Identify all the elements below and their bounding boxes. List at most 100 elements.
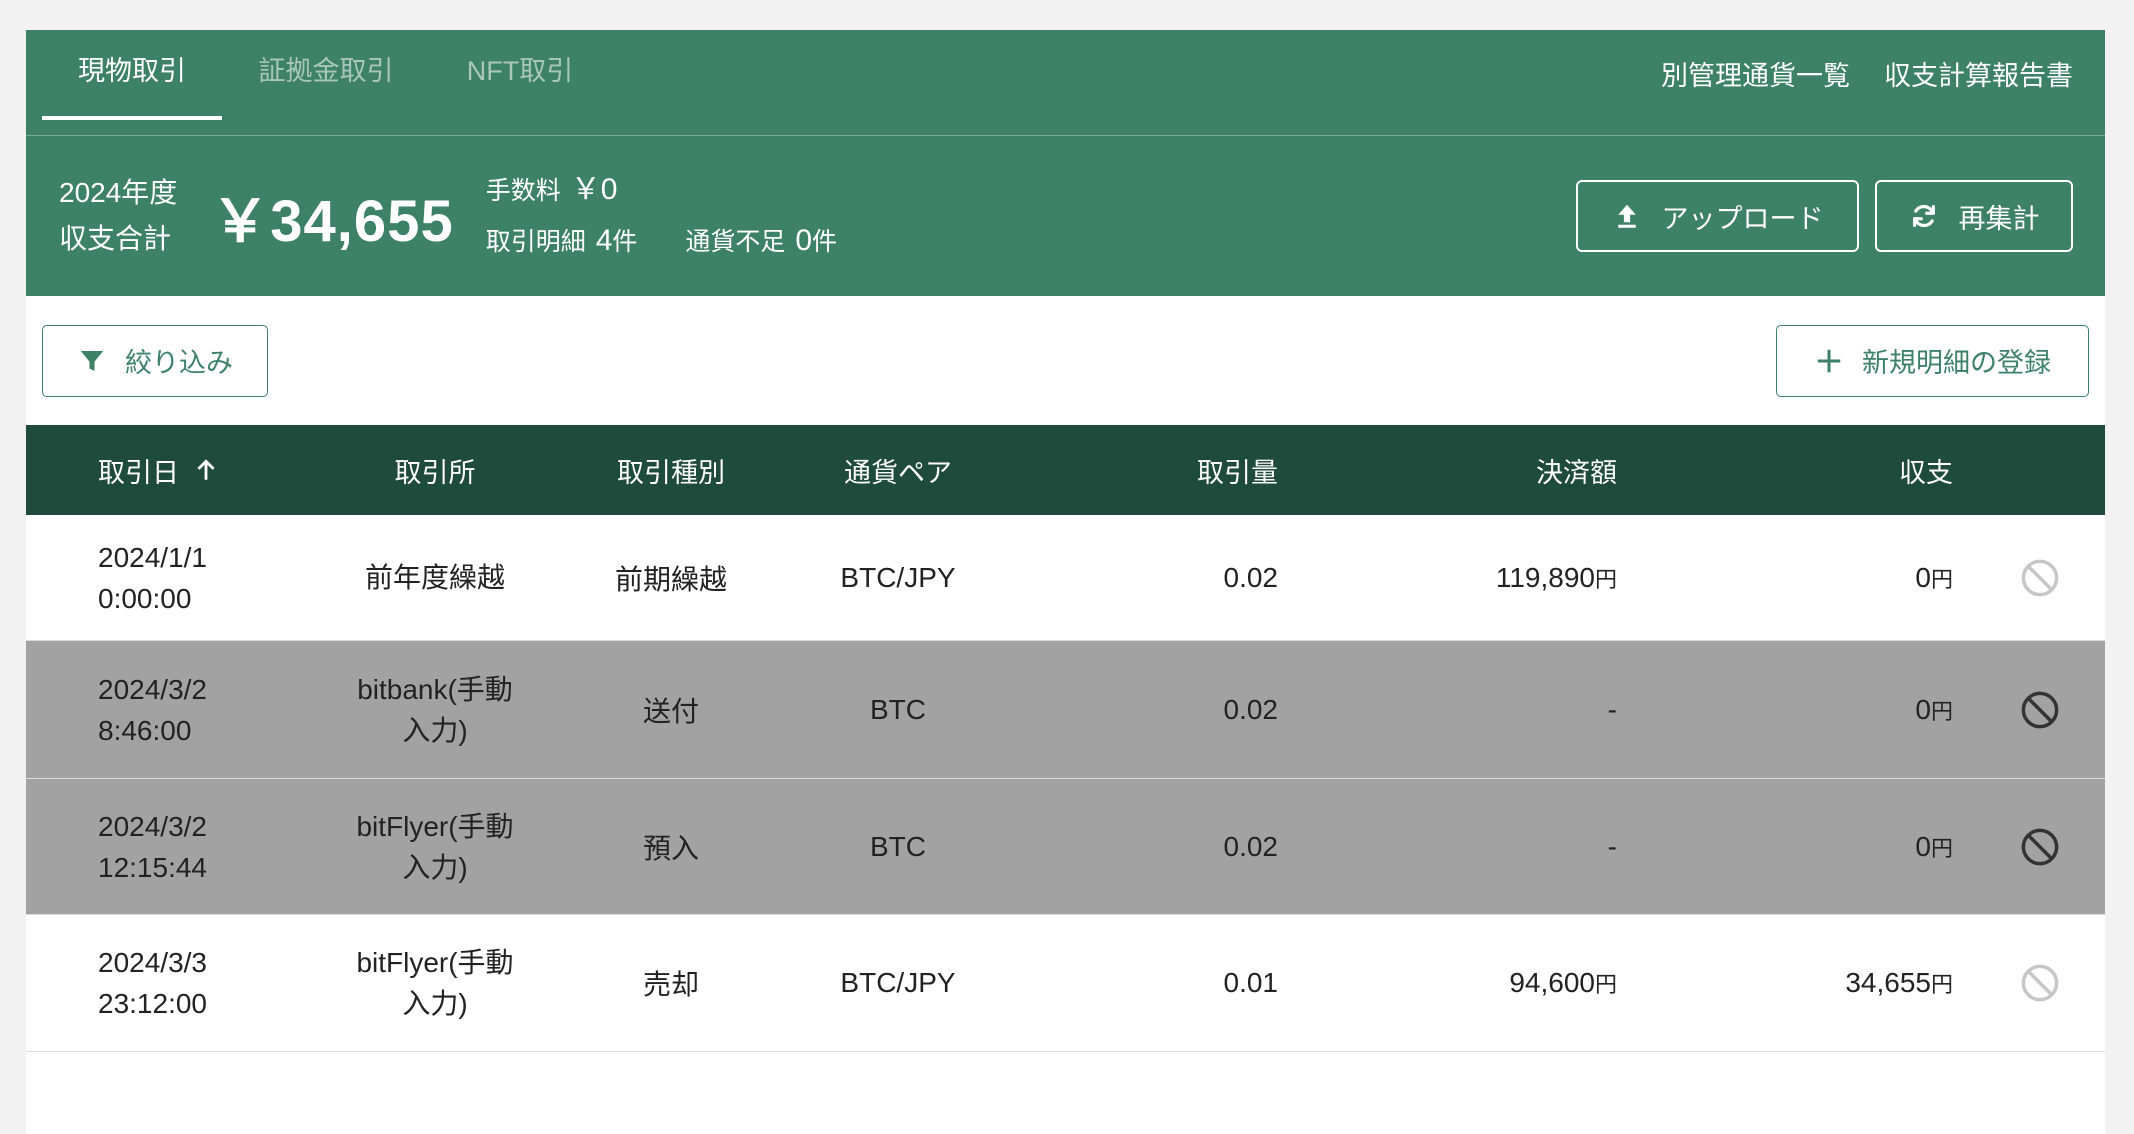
total-label: 収支合計 [59, 223, 172, 254]
ban-icon[interactable] [2019, 826, 2061, 868]
exchange-name: bitbank(手動 [357, 673, 513, 705]
trade-date: 2024/3/2 [98, 673, 207, 705]
shortage-count-unit: 件 [812, 228, 838, 256]
detail-count: 4 [595, 224, 613, 257]
date-cell: 2024/1/1 0:00:00 [26, 515, 316, 640]
trade-date: 2024/3/3 [98, 947, 207, 978]
exchange-name: 前年度繰越 [364, 562, 505, 593]
exchange-cell: 前年度繰越 [316, 515, 554, 640]
column-header-date[interactable]: 取引日 [26, 425, 316, 515]
summary-meta: 手数料 ￥0 取引明細 4件 通貨不足 0件 [486, 165, 837, 267]
header-links: 別管理通貨一覧 収支計算報告書 [1661, 30, 2105, 116]
tab-margin-trading[interactable]: 証拠金取引 [236, 30, 416, 120]
income-report-link[interactable]: 収支計算報告書 [1884, 54, 2073, 93]
trade-date: 2024/1/1 [98, 541, 207, 573]
fee-label: 手数料 [485, 177, 561, 205]
date-cell: 2024/3/2 12:15:44 [26, 779, 316, 914]
column-header-exchange[interactable]: 取引所 [316, 425, 554, 515]
exchange-name-cont: 入力) [402, 988, 468, 1019]
tab-spot-trading[interactable]: 現物取引 [42, 30, 222, 120]
detail-label: 取引明細 [485, 228, 586, 256]
pnl-unit: 円 [1930, 972, 1953, 997]
column-header-amount[interactable]: 取引量 [1008, 425, 1278, 515]
arrow-up-icon [197, 459, 215, 480]
settlement-value: 94,600 [1509, 967, 1595, 998]
trade-type: 前期繰越 [614, 563, 727, 595]
pnl-cell: 0円 [1617, 779, 1953, 914]
filter-label: 絞り込み [125, 348, 233, 378]
fee-line: 手数料 ￥0 [486, 165, 837, 216]
trade-time: 0:00:00 [98, 582, 192, 614]
upload-label: アップロード [1661, 203, 1824, 234]
add-entry-label: 新規明細の登録 [1862, 348, 2051, 378]
detail-count-unit: 件 [612, 228, 638, 256]
upload-button[interactable]: アップロード [1576, 180, 1859, 252]
column-header-settlement[interactable]: 決済額 [1278, 425, 1617, 515]
trade-date: 2024/3/2 [98, 810, 207, 842]
pnl-value: 34,655 [1845, 967, 1931, 998]
settlement-value: - [1607, 830, 1617, 862]
pnl-cell: 34,655 円 [1617, 915, 1953, 1051]
trade-type: 売却 [642, 969, 699, 1000]
shortage-label: 通貨不足 [685, 228, 786, 256]
pnl-cell: 0円 [1617, 641, 1953, 778]
column-header-pnl[interactable]: 収支 [1617, 425, 1953, 515]
trade-type: 送付 [642, 695, 699, 727]
settlement-cell: 94,600 円 [1278, 915, 1617, 1051]
pnl-value: 0 [1915, 561, 1931, 593]
add-entry-button[interactable]: 新規明細の登録 [1776, 324, 2089, 397]
trade-time: 12:15:44 [98, 851, 207, 883]
fiscal-year-label: 2024年度 [59, 177, 178, 208]
currency-pair: BTC/JPY [840, 967, 956, 998]
trade-amount: 0.01 [1223, 967, 1279, 998]
trade-time: 8:46:00 [98, 714, 192, 746]
settlement-unit: 円 [1594, 566, 1617, 592]
separate-currency-list-link[interactable]: 別管理通貨一覧 [1661, 54, 1850, 93]
summary-bar: 2024年度 収支合計 ￥34,655 手数料 ￥0 取引明細 4件 通貨不足 0件 … [26, 136, 2105, 296]
date-cell: 2024/3/3 23:12:00 [26, 915, 316, 1051]
upload-icon [1617, 204, 1636, 228]
pnl-cell: 0円 [1617, 515, 1953, 640]
column-header-actions [1953, 425, 2105, 515]
settlement-cell: - [1278, 641, 1617, 778]
fee-value: ￥0 [570, 173, 618, 206]
trade-type: 預入 [642, 832, 699, 864]
shortage-count: 0 [795, 224, 813, 257]
settlement-unit: 円 [1594, 972, 1617, 997]
summary-label: 2024年度 収支合計 [59, 170, 177, 262]
ban-icon[interactable] [2019, 689, 2061, 731]
table-row[interactable]: 2024/3/2 12:15:44 bitFlyer(手動 入力) 預入 BTC… [26, 779, 2105, 915]
row-action-cell [1953, 515, 2105, 640]
column-header-pair[interactable]: 通貨ペア [788, 425, 1008, 515]
row-action-cell [1953, 641, 2105, 778]
settlement-cell: - [1278, 779, 1617, 914]
row-action-cell [1953, 779, 2105, 914]
tab-bar: 現物取引 証拠金取引 NFT取引 別管理通貨一覧 収支計算報告書 [26, 30, 2105, 135]
exchange-name-cont: 入力) [402, 714, 468, 746]
refresh-icon [1912, 204, 1935, 228]
exchange-cell: bitbank(手動 入力) [316, 641, 554, 778]
tab-list: 現物取引 証拠金取引 NFT取引 [26, 30, 610, 120]
table-row[interactable]: 2024/3/3 23:12:00 bitFlyer(手動 入力) 売却 BTC… [26, 915, 2105, 1052]
tab-nft-trading[interactable]: NFT取引 [430, 30, 610, 120]
exchange-name: bitFlyer(手動 [356, 947, 514, 978]
recalculate-button[interactable]: 再集計 [1875, 180, 2073, 252]
pnl-unit: 円 [1930, 698, 1953, 724]
filter-button[interactable]: 絞り込み [42, 324, 268, 397]
settlement-cell: 119,890 円 [1278, 515, 1617, 640]
ban-icon[interactable] [2019, 557, 2061, 599]
table-toolbar: 絞り込み 新規明細の登録 [26, 296, 2105, 425]
ban-icon[interactable] [2019, 962, 2061, 1004]
pnl-value: 0 [1915, 830, 1931, 862]
table-header: 取引日 取引所 取引種別 通貨ペア 取引量 決済額 収支 [26, 425, 2105, 515]
column-header-type[interactable]: 取引種別 [554, 425, 788, 515]
pnl-value: 0 [1915, 693, 1931, 725]
plus-icon [1817, 349, 1841, 372]
exchange-name-cont: 入力) [402, 851, 468, 883]
trade-amount: 0.02 [1223, 561, 1279, 593]
pnl-unit: 円 [1930, 835, 1953, 861]
table-row[interactable]: 2024/3/2 8:46:00 bitbank(手動 入力) 送付 BTC 0… [26, 641, 2105, 779]
table-row[interactable]: 2024/1/1 0:00:00 前年度繰越 前期繰越 BTC/JPY 0.02… [26, 515, 2105, 641]
settlement-value: - [1607, 693, 1617, 725]
pnl-unit: 円 [1930, 566, 1953, 592]
